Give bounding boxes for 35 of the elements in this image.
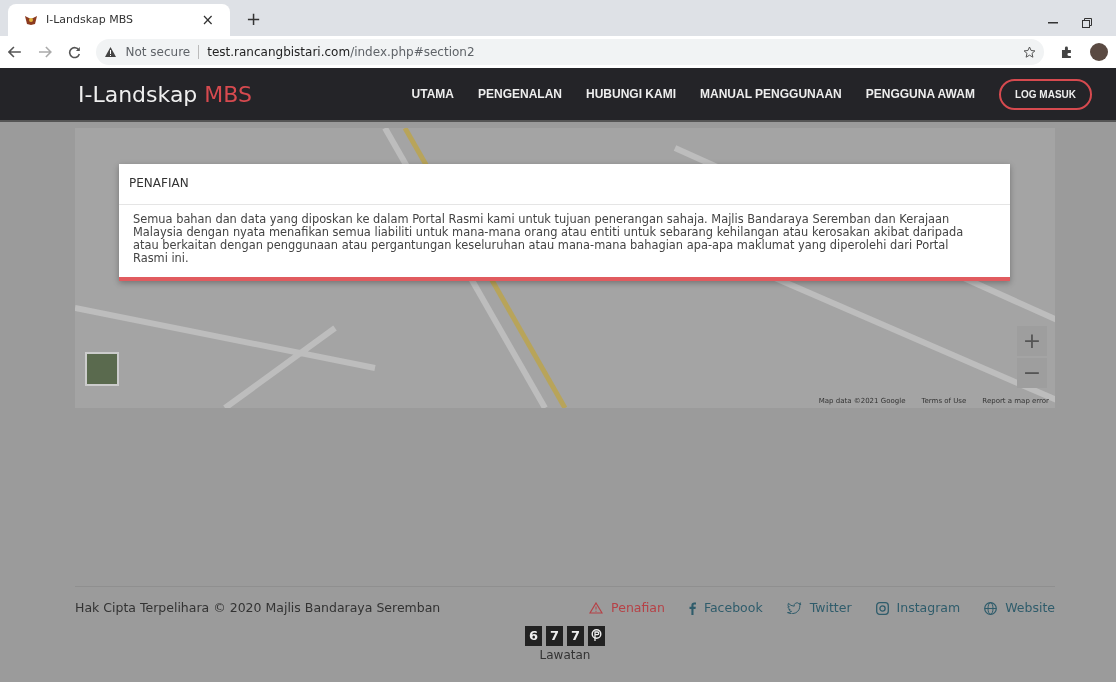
satellite-thumbnail[interactable] [85,352,119,386]
counter-digit: 6 [525,625,542,646]
profile-avatar-icon[interactable] [1090,43,1108,61]
security-label[interactable]: Not secure [125,43,191,61]
reload-icon[interactable] [67,45,81,59]
brand-logo[interactable]: I-Landskap MBS [78,77,252,111]
back-icon[interactable] [8,46,22,58]
close-tab-button[interactable]: × [201,8,214,32]
nav-link[interactable]: PENGGUNA AWAM [865,85,975,103]
map-placeholder[interactable] [75,128,1055,408]
login-button[interactable]: LOG MASUK [998,78,1092,110]
globe-icon [984,601,998,615]
nav-link[interactable]: MANUAL PENGGUNAAN [700,85,842,103]
url-text[interactable]: test.rancangbistari.com/index.php#section2 [207,43,475,61]
counter-digit: 7 [546,625,563,646]
dialog-text: Semua bahan dan data yang diposkan ke dalam Portal Rasmi kami untuk tujuan penerangan sahaja. Majlis Bandaraya Seremban dan Kerajaan Malaysia dengan nyata menafikan semua liabiliti untuk mana-mana orang atau entiti untuk sebarang kehilangan atau kerosakan akibat daripada atau berkaitan dengan penggunaan atau pergantungan keseluruhan atau mana-mana bahagian apa-apa maklumat yang diperolehi dari Portal Rasmi ini. [132,211,965,268]
facebook-icon [688,601,696,615]
bird-icon [786,602,802,615]
nav-link[interactable]: PENGENALAN [477,85,562,103]
minimize-icon[interactable] [1048,22,1058,24]
site-favicon [24,14,38,26]
nav-link[interactable]: HUBUNGI KAMI [586,85,676,103]
tab-title[interactable]: I-Landskap MBS [46,11,194,29]
nav-link[interactable]: UTAMA [411,85,454,103]
visit-counter-label: Lawatan [539,646,591,664]
bookmark-star-icon[interactable] [1023,45,1037,59]
counter-digit: 7 [567,625,584,646]
dialog-title: PENAFIAN [119,164,1010,205]
warning-icon [104,46,118,58]
instagram-icon [875,601,889,615]
copyright-text: Hak Cipta Terpelihara © 2020 Majlis Bandaraya Seremban [75,599,441,617]
new-tab-button[interactable]: + [246,5,262,32]
counter-logo-icon [588,625,605,646]
warning-icon [589,602,604,615]
restore-icon[interactable] [1082,18,1092,28]
